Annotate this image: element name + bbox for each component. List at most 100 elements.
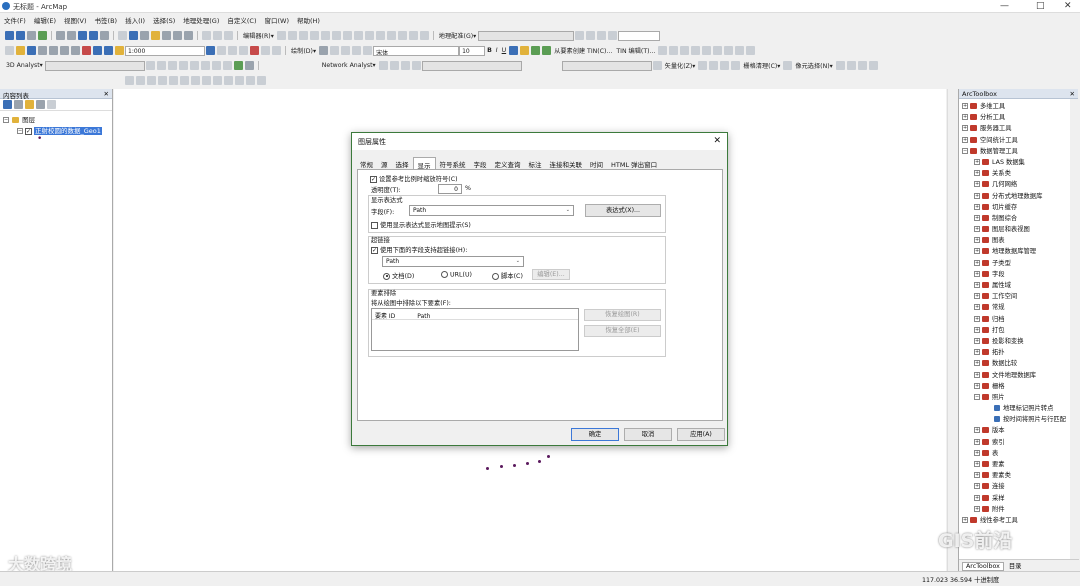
attributes-icon[interactable] (397, 31, 407, 40)
expand-icon[interactable]: + (974, 214, 980, 221)
tab-catalog[interactable]: 目录 (1006, 563, 1025, 570)
expand-icon[interactable]: + (974, 192, 980, 199)
vector-tool-2-icon[interactable] (709, 61, 719, 70)
apply-button[interactable]: 应用(A) (677, 428, 725, 441)
minimize-button[interactable]: — (1000, 1, 1009, 11)
option-document[interactable]: 文档(D) (383, 271, 414, 280)
scale-georef-icon[interactable] (597, 31, 607, 40)
add-control-points-icon[interactable] (608, 31, 618, 40)
map-scrollbar[interactable] (947, 89, 957, 571)
toolbox-item[interactable]: + 归档 (962, 314, 1078, 325)
arctoolbox-icon[interactable] (250, 46, 259, 55)
expand-icon[interactable]: + (974, 449, 980, 456)
layout-tool-icon[interactable] (202, 31, 211, 40)
scale-symbols-option[interactable]: ✓ 设置参考比例时缩放符号(C) (370, 174, 458, 183)
expand-icon[interactable]: + (974, 203, 980, 210)
zoom-out-icon[interactable] (16, 31, 25, 40)
vectorization-menu[interactable]: 矢量化(Z)▾ (665, 61, 696, 70)
font-combo[interactable]: 宋体 (373, 45, 460, 56)
cell-tool-1-icon[interactable] (835, 61, 845, 70)
marker-color-icon[interactable] (542, 46, 552, 55)
globe-icon[interactable] (233, 61, 243, 70)
toolbox-item[interactable]: + 多维工具 (962, 101, 1078, 112)
fill-color-icon[interactable] (520, 46, 530, 55)
close-button[interactable]: ✕ (1064, 1, 1072, 11)
toolbox-item[interactable]: + 要素类 (962, 470, 1078, 481)
toolbox-item[interactable]: + 关系类 (962, 168, 1078, 179)
toolbox-item[interactable]: + 版本 (962, 425, 1078, 436)
scale-combo[interactable]: 1:000 (125, 45, 205, 56)
catalog-icon[interactable] (228, 46, 237, 55)
script-radio[interactable] (492, 272, 499, 280)
raster-cleanup-menu[interactable]: 栅格清理(C)▾ (743, 61, 780, 70)
arctoolbox-close-icon[interactable]: ✕ (1070, 90, 1075, 98)
hyperlink-field-select[interactable]: Path ⌄ (382, 256, 524, 267)
layout-nav-2-icon[interactable] (136, 76, 145, 85)
vector-tool-3-icon[interactable] (720, 61, 730, 70)
collapse-icon[interactable]: − (962, 147, 968, 154)
use-hyperlink-checkbox[interactable]: ✓ (371, 246, 378, 254)
option-script[interactable]: 脚本(C) (492, 271, 523, 280)
cell-tool-4-icon[interactable] (868, 61, 878, 70)
use-hyperlink-option[interactable]: ✓ 使用下面的字段支持超链接(H): (371, 245, 467, 254)
expand-icon[interactable]: + (974, 494, 980, 501)
delete-icon[interactable] (82, 46, 91, 55)
line-icon[interactable] (363, 46, 373, 55)
expand-icon[interactable]: + (974, 382, 980, 389)
toolbox-item[interactable]: + 连接 (962, 481, 1078, 492)
network-combo[interactable] (421, 60, 522, 71)
cut-polygon-icon[interactable] (364, 31, 374, 40)
toolbox-item[interactable]: + LAS 数据集 (962, 157, 1078, 168)
edit-annotation-icon[interactable] (287, 31, 297, 40)
layout-nav-9-icon[interactable] (213, 76, 222, 85)
toolbox-item[interactable]: + 几何网络 (962, 179, 1078, 190)
layout-extra-7-icon[interactable] (724, 46, 734, 55)
layout-nav-12-icon[interactable] (246, 76, 255, 85)
network-tool-1-icon[interactable] (378, 61, 388, 70)
sketch-properties-icon[interactable] (408, 31, 418, 40)
layout-extra-9-icon[interactable] (746, 46, 756, 55)
expand-icon[interactable]: + (974, 483, 980, 490)
create-tin-button[interactable]: 从要素创建 TIN(C)... (554, 46, 612, 55)
expand-icon[interactable]: + (974, 461, 980, 467)
menu-windows[interactable]: 窗口(W) (261, 13, 294, 27)
raster-combo[interactable] (561, 60, 652, 71)
measure-icon[interactable] (173, 31, 182, 40)
layout-extra-icon[interactable] (658, 46, 668, 55)
layer-visibility-checkbox[interactable]: ✓ (25, 127, 32, 135)
expand-icon[interactable]: + (962, 516, 968, 523)
toolbox-item[interactable]: + 拓扑 (962, 347, 1078, 358)
layout-extra-3-icon[interactable] (680, 46, 690, 55)
cell-selection-menu[interactable]: 像元选择(N)▾ (795, 61, 832, 70)
list-by-source-icon[interactable] (14, 100, 23, 109)
search-window-icon[interactable] (239, 46, 248, 55)
italic-button[interactable]: I (496, 47, 498, 54)
network-tool-2-icon[interactable] (389, 61, 399, 70)
tab-arctoolbox[interactable]: ArcToolbox (962, 562, 1004, 571)
redo-icon[interactable] (104, 46, 113, 55)
layout-nav-3-icon[interactable] (147, 76, 156, 85)
pan-icon[interactable] (27, 31, 36, 40)
expand-icon[interactable]: + (974, 371, 980, 378)
print-icon[interactable] (38, 46, 47, 55)
layout-nav-10-icon[interactable] (224, 76, 233, 85)
toolbox-item[interactable]: + 字段 (962, 269, 1078, 280)
bold-button[interactable]: B (487, 47, 492, 54)
layout-nav-7-icon[interactable] (191, 76, 200, 85)
georef-scale-combo[interactable] (618, 30, 661, 41)
toc-options-icon[interactable] (47, 100, 56, 109)
cell-tool-3-icon[interactable] (857, 61, 867, 70)
toolbox-item[interactable]: + 切片缓存 (962, 202, 1078, 213)
menu-help[interactable]: 帮助(H) (293, 13, 324, 27)
expand-icon[interactable]: + (974, 315, 980, 322)
underline-button[interactable]: U (502, 47, 507, 54)
save-icon[interactable] (27, 46, 36, 55)
display-field-select[interactable]: Path ⌄ (409, 205, 574, 216)
layout-extra-4-icon[interactable] (691, 46, 701, 55)
toolbox-item[interactable]: + 要素 (962, 459, 1078, 470)
3d-tool-8-icon[interactable] (222, 61, 232, 70)
point-icon[interactable] (331, 31, 341, 40)
identify-icon[interactable] (129, 31, 138, 40)
expand-icon[interactable]: + (974, 505, 980, 512)
line-color-icon[interactable] (531, 46, 541, 55)
